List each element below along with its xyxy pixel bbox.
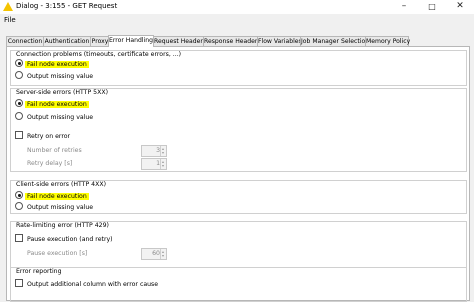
- checkbox-icon: [15, 234, 23, 242]
- group-title: Rate-limiting error (HTTP 429): [15, 222, 110, 229]
- error-reporting-group: Error reporting Output additional column…: [10, 267, 467, 302]
- checkbox-icon: [15, 279, 23, 287]
- server-errors-group: Server-side errors (HTTP 5XX) Fail node …: [10, 88, 467, 172]
- radio-selected-icon: [15, 191, 23, 199]
- connection-missing-radio[interactable]: Output missing value: [15, 71, 95, 82]
- rate-limiting-group: Rate-limiting error (HTTP 429) Pause exe…: [10, 221, 467, 268]
- close-icon[interactable]: ✕: [446, 0, 474, 14]
- server-missing-radio[interactable]: Output missing value: [15, 112, 95, 123]
- spinner-arrows-icon[interactable]: [160, 146, 166, 156]
- retry-delay-spinner[interactable]: 1: [141, 158, 167, 170]
- pause-execution-checkbox[interactable]: Pause execution (and retry): [15, 234, 115, 245]
- server-fail-radio[interactable]: Fail node execution: [15, 99, 89, 110]
- radio-empty-icon: [15, 112, 23, 120]
- title-bar: Dialog - 3:155 - GET Request – □ ✕: [0, 0, 474, 14]
- maximize-icon[interactable]: □: [418, 0, 446, 14]
- menu-bar: File: [0, 14, 474, 27]
- client-fail-radio[interactable]: Fail node execution: [15, 191, 89, 202]
- number-of-retries-spinner[interactable]: 3: [141, 145, 167, 157]
- radio-selected-icon: [15, 99, 23, 107]
- retry-on-error-checkbox[interactable]: Retry on error: [15, 131, 72, 142]
- retry-delay-label: Retry delay [s]: [27, 160, 73, 167]
- group-title: Client-side errors (HTTP 4XX): [15, 181, 108, 188]
- client-missing-radio[interactable]: Output missing value: [15, 202, 95, 213]
- spinner-arrows-icon[interactable]: [160, 249, 166, 259]
- connection-problems-group: Connection problems (timeouts, certifica…: [10, 50, 467, 86]
- radio-empty-icon: [15, 71, 23, 79]
- pause-duration-spinner[interactable]: 60: [141, 248, 167, 260]
- minimize-icon[interactable]: –: [390, 0, 418, 14]
- group-title: Server-side errors (HTTP 5XX): [15, 89, 109, 96]
- group-title: Error reporting: [15, 268, 63, 275]
- spinner-arrows-icon[interactable]: [160, 159, 166, 169]
- checkbox-icon: [15, 131, 23, 139]
- tab-error-handling[interactable]: Error Handling: [108, 35, 154, 47]
- menu-file[interactable]: File: [4, 16, 16, 24]
- connection-fail-radio[interactable]: Fail node execution: [15, 59, 89, 70]
- number-of-retries-label: Number of retries: [27, 147, 82, 154]
- radio-empty-icon: [15, 202, 23, 210]
- radio-selected-icon: [15, 59, 23, 67]
- output-error-cause-checkbox[interactable]: Output additional column with error caus…: [15, 279, 160, 290]
- error-handling-panel: Connection problems (timeouts, certifica…: [6, 46, 470, 302]
- group-title: Connection problems (timeouts, certifica…: [15, 51, 183, 58]
- window-title: Dialog - 3:155 - GET Request: [16, 2, 118, 10]
- pause-duration-label: Pause execution [s]: [27, 250, 88, 257]
- knime-warning-triangle-icon: [3, 2, 13, 11]
- client-errors-group: Client-side errors (HTTP 4XX) Fail node …: [10, 180, 467, 214]
